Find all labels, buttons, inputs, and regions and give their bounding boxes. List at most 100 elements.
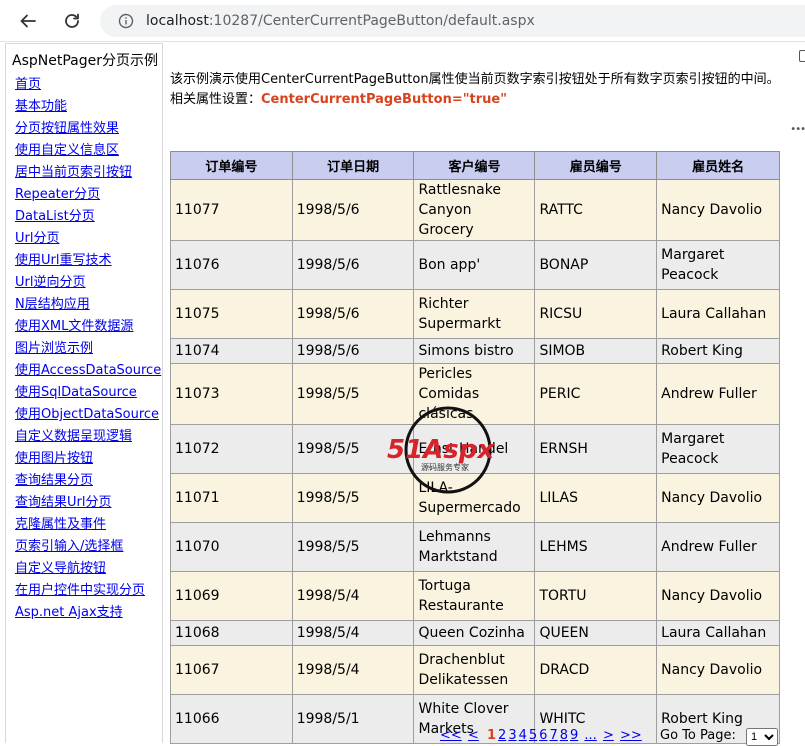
pager-last[interactable]: >> bbox=[620, 728, 642, 743]
table-row: 11073 1998/5/5 Pericles Comidas clásicas PE… bbox=[170, 363, 780, 425]
sidebar-item: N层结构应用 bbox=[15, 294, 162, 316]
cell-order-date: 1998/5/5 bbox=[291, 424, 415, 474]
cell-order-date: 1998/5/6 bbox=[291, 179, 415, 241]
table-row: 11076 1998/5/6 Bon app' BONAP Margaret Peaco… bbox=[170, 240, 780, 290]
cell-order-id: 11067 bbox=[170, 645, 293, 695]
cell-employee-name: Nancy Davolio bbox=[656, 473, 780, 523]
cell-order-id: 11066 bbox=[170, 694, 293, 744]
cell-order-date: 1998/5/4 bbox=[291, 571, 415, 621]
cell-customer-id: Simons bistro bbox=[413, 338, 536, 364]
sidebar-link[interactable]: 使用XML文件数据源 bbox=[15, 319, 133, 334]
sidebar-link[interactable]: 居中当前页索引按钮 bbox=[15, 165, 132, 180]
sidebar-link[interactable]: N层结构应用 bbox=[15, 297, 90, 312]
cell-order-id: 11071 bbox=[170, 473, 293, 523]
pager-page-link[interactable]: 3 bbox=[508, 728, 516, 743]
sidebar-link[interactable]: 克隆属性及事件 bbox=[15, 517, 106, 532]
cell-order-id: 11073 bbox=[170, 363, 293, 425]
cell-employee-name: Nancy Davolio bbox=[656, 179, 780, 241]
page-description: 该示例演示使用CenterCurrentPageButton属性使当前页数字索引… bbox=[170, 72, 780, 87]
cell-order-id: 11076 bbox=[170, 240, 293, 290]
reload-icon bbox=[65, 13, 79, 28]
sidebar-link[interactable]: 自定义数据呈现逻辑 bbox=[15, 429, 132, 444]
sidebar-item: 使用XML文件数据源 bbox=[15, 316, 162, 338]
cell-employee-id: TORTU bbox=[534, 571, 658, 621]
cell-employee-id: RICSU bbox=[534, 289, 658, 339]
pager-prev[interactable]: < bbox=[468, 728, 479, 743]
sidebar-item: 使用AccessDataSource bbox=[15, 360, 162, 382]
sidebar-item: 自定义导航按钮 bbox=[15, 558, 162, 580]
table-body: 11077 1998/5/6 Rattlesnake Canyon Grocery R… bbox=[170, 179, 780, 744]
table-row: 11070 1998/5/5 Lehmanns Marktstand LEHMS And… bbox=[170, 522, 780, 572]
sidebar-item: DataList分页 bbox=[15, 206, 162, 228]
sidebar-link[interactable]: 查询结果Url分页 bbox=[15, 495, 111, 510]
cell-order-date: 1998/5/5 bbox=[291, 363, 415, 425]
sidebar-link[interactable]: 使用Url重写技术 bbox=[15, 253, 111, 268]
sidebar-link[interactable]: 自定义导航按钮 bbox=[15, 561, 106, 576]
sidebar-link[interactable]: 使用ObjectDataSource bbox=[15, 407, 159, 422]
table-row: 11067 1998/5/4 Drachenblut Delikatessen DRA… bbox=[170, 645, 780, 695]
cell-customer-id: Queen Cozinha bbox=[413, 620, 536, 646]
main-content: 该示例演示使用CenterCurrentPageButton属性使当前页数字索引… bbox=[170, 70, 785, 110]
pager-page-link[interactable]: 5 bbox=[529, 728, 537, 743]
sidebar-link[interactable]: 在用户控件中实现分页 bbox=[15, 583, 145, 598]
sidebar-link[interactable]: 使用自定义信息区 bbox=[15, 143, 119, 158]
table-row: 11069 1998/5/4 Tortuga Restaurante TORTU Nan… bbox=[170, 571, 780, 621]
goto-page-label: Go To Page: bbox=[660, 728, 736, 743]
pager-first[interactable]: << bbox=[440, 728, 462, 743]
sidebar-item: Url分页 bbox=[15, 228, 162, 250]
sidebar-link[interactable]: 页索引输入/选择框 bbox=[15, 539, 123, 554]
cell-order-date: 1998/5/5 bbox=[291, 522, 415, 572]
cell-order-date: 1998/5/6 bbox=[291, 289, 415, 339]
pager-page-link[interactable]: 4 bbox=[519, 728, 527, 743]
sidebar-link[interactable]: 图片浏览示例 bbox=[15, 341, 93, 356]
sidebar-link[interactable]: Repeater分页 bbox=[15, 187, 100, 202]
sidebar-link[interactable]: 首页 bbox=[15, 77, 41, 92]
pager-page-link[interactable]: 2 bbox=[498, 728, 506, 743]
sidebar-link[interactable]: Url分页 bbox=[15, 231, 59, 246]
sidebar-link[interactable]: Url逆向分页 bbox=[15, 275, 85, 290]
pager-next[interactable]: > bbox=[603, 728, 614, 743]
cell-employee-name: Nancy Davolio bbox=[656, 571, 780, 621]
sidebar-link[interactable]: 分页按钮属性效果 bbox=[15, 121, 119, 136]
col-header-order-id: 订单编号 bbox=[170, 151, 293, 180]
url-host: localhost bbox=[146, 13, 209, 29]
address-bar[interactable]: localhost:10287/CenterCurrentPageButton/… bbox=[100, 5, 805, 37]
sidebar-item: 首页 bbox=[15, 74, 162, 96]
sidebar-link[interactable]: 查询结果分页 bbox=[15, 473, 93, 488]
cell-order-date: 1998/5/4 bbox=[291, 645, 415, 695]
cell-order-id: 11077 bbox=[170, 179, 293, 241]
pager-page-link[interactable]: 9 bbox=[570, 728, 578, 743]
more-dots-icon[interactable]: ••• bbox=[790, 124, 805, 135]
sidebar-link[interactable]: 基本功能 bbox=[15, 99, 67, 114]
site-info-icon[interactable] bbox=[118, 13, 134, 29]
pager-pages: 23456789 bbox=[498, 728, 580, 743]
sidebar-link[interactable]: 使用AccessDataSource bbox=[15, 363, 161, 378]
sidebar-item: 使用图片按钮 bbox=[15, 448, 162, 470]
sidebar-item: Repeater分页 bbox=[15, 184, 162, 206]
sidebar-item: Asp.net Ajax支持 bbox=[15, 602, 162, 624]
cell-customer-id: Tortuga Restaurante bbox=[413, 571, 536, 621]
cell-employee-name: Nancy Davolio bbox=[656, 645, 780, 695]
cell-order-id: 11069 bbox=[170, 571, 293, 621]
reload-button[interactable] bbox=[58, 7, 86, 35]
side-tab[interactable] bbox=[799, 50, 805, 62]
pager-page-link[interactable]: 7 bbox=[549, 728, 557, 743]
cell-order-id: 11072 bbox=[170, 424, 293, 474]
pager-page-link[interactable]: 6 bbox=[539, 728, 547, 743]
pager-page-link[interactable]: 8 bbox=[560, 728, 568, 743]
sidebar-link[interactable]: 使用图片按钮 bbox=[15, 451, 93, 466]
sidebar-link[interactable]: Asp.net Ajax支持 bbox=[15, 605, 123, 620]
table-header-row: 订单编号 订单日期 客户编号 雇员编号 雇员姓名 bbox=[170, 151, 780, 180]
pager-ellipsis[interactable]: ... bbox=[584, 728, 596, 743]
sidebar-item: 查询结果Url分页 bbox=[15, 492, 162, 514]
table-row: 11068 1998/5/4 Queen Cozinha QUEEN Laura Cal… bbox=[170, 620, 780, 646]
sidebar-link[interactable]: 使用SqlDataSource bbox=[15, 385, 137, 400]
sidebar-link[interactable]: DataList分页 bbox=[15, 209, 95, 224]
cell-employee-name: Margaret Peacock bbox=[656, 240, 780, 290]
cell-customer-id: Drachenblut Delikatessen bbox=[413, 645, 536, 695]
col-header-customer-id: 客户编号 bbox=[413, 151, 536, 180]
sidebar-item: 克隆属性及事件 bbox=[15, 514, 162, 536]
back-button[interactable] bbox=[14, 7, 42, 35]
goto-page-select[interactable]: 1 bbox=[746, 728, 778, 746]
cell-employee-name: Robert King bbox=[656, 338, 780, 364]
